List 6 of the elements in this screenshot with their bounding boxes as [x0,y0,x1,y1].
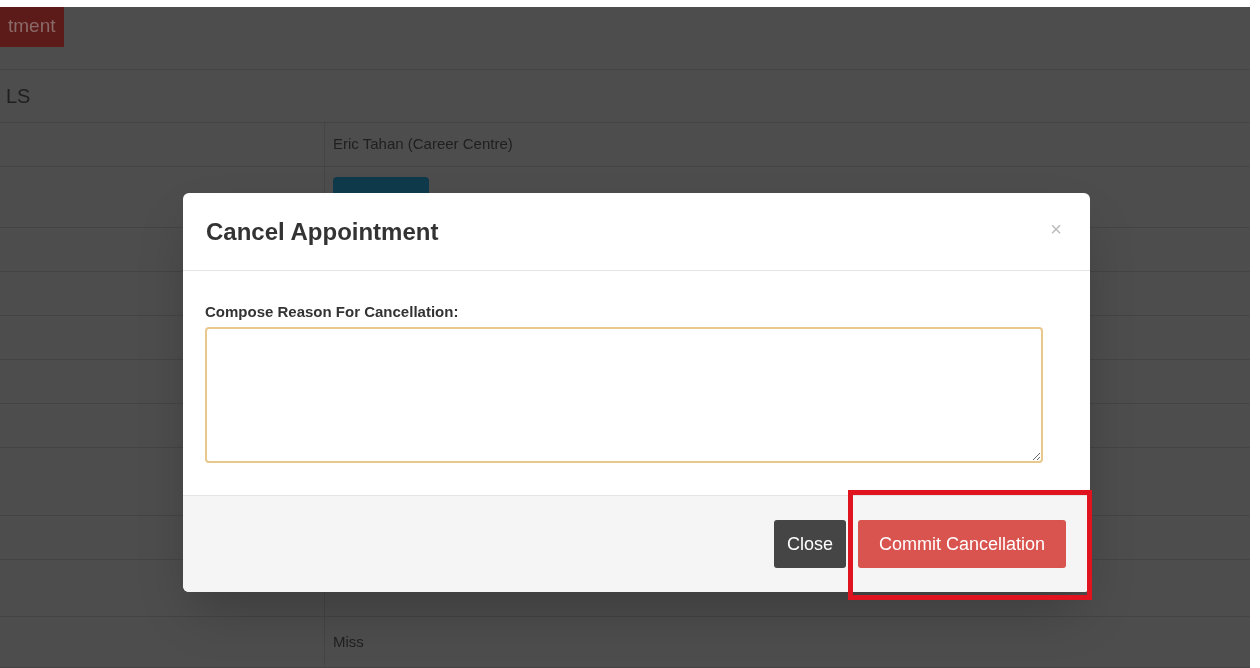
close-button[interactable]: Close [773,520,846,568]
reason-textarea[interactable] [205,327,1043,463]
field-label: Compose Reason For Cancellation: [205,303,460,321]
commit-cancellation-button[interactable]: Commit Cancellation [857,520,1066,568]
modal-title: Cancel Appointment [206,216,439,247]
header-button[interactable]: tment [0,7,64,47]
